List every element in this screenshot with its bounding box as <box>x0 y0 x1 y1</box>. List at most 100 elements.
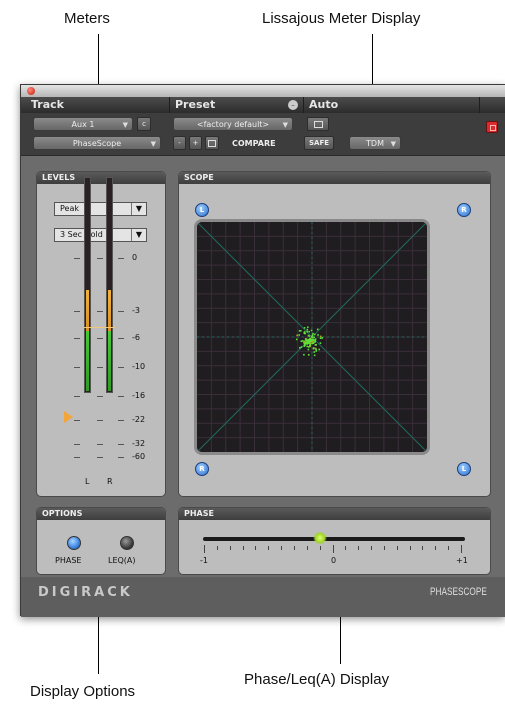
meter-scale-tick <box>118 311 124 312</box>
meter-scale-tick <box>118 338 124 339</box>
meter-scale-tick <box>74 457 80 458</box>
scope-signal-dot <box>316 328 319 331</box>
close-window-icon[interactable] <box>27 87 35 95</box>
scope-signal-dot <box>308 330 310 333</box>
scope-signal-dot <box>310 342 312 344</box>
track-header-label: Track <box>31 98 64 111</box>
meters-callout: Meters <box>64 10 110 27</box>
scope-signal-dot <box>312 332 314 335</box>
right-level-meter <box>106 177 113 393</box>
preset-selector[interactable]: <factory default> ▼ <box>173 117 293 131</box>
left-meter-headroom <box>86 290 89 332</box>
scope-panel-title: SCOPE <box>179 172 490 184</box>
phase-scale-tick <box>422 546 424 550</box>
scope-signal-dot <box>313 333 316 336</box>
meter-scale-tick <box>118 396 124 397</box>
copy-icon <box>208 140 216 147</box>
phase-scale-tick <box>255 546 257 550</box>
meter-mode-select[interactable]: Peak ▼ <box>54 202 147 216</box>
scope-signal-dot <box>300 346 303 348</box>
scope-signal-dot <box>306 343 308 345</box>
meter-scale-tick <box>118 420 124 421</box>
scope-signal-dot <box>306 328 309 331</box>
phase-scale-tick <box>332 545 334 553</box>
leq-option-button[interactable] <box>120 536 134 550</box>
previous-preset-button[interactable]: - <box>173 136 186 150</box>
meter-scale-tick <box>97 258 103 259</box>
plugin-automation-button[interactable] <box>307 117 329 131</box>
meter-scale-tick <box>97 367 103 368</box>
scope-signal-dot <box>304 344 306 347</box>
bypass-button[interactable] <box>486 121 498 133</box>
plugin-selector[interactable]: PhaseScope ▼ <box>33 136 161 150</box>
phase-scale-tick <box>461 545 462 553</box>
plugin-header: Track Preset – Auto <box>21 97 505 113</box>
preset-selector-value: <factory default> <box>196 120 270 129</box>
peak-hold-marker <box>84 327 115 328</box>
automation-window-icon <box>313 121 323 128</box>
tdm-selector[interactable]: TDM ▼ <box>349 136 401 150</box>
meter-scale-label: -10 <box>132 362 146 371</box>
scope-signal-dot <box>306 345 309 348</box>
phase-panel-title: PHASE <box>179 508 490 520</box>
scope-signal-dot <box>298 334 300 336</box>
leq-option-label: LEQ(A) <box>108 556 136 565</box>
phase-scale-tick <box>204 545 205 553</box>
meter-scale-tick <box>74 420 80 421</box>
scope-signal-dot <box>304 341 307 344</box>
meter-scale-tick <box>74 367 80 368</box>
scope-signal-dot <box>311 338 314 341</box>
phase-scale-tick <box>409 546 411 550</box>
phase-scale-tick <box>345 546 347 550</box>
scope-signal-dot <box>310 329 313 332</box>
scope-signal-dot <box>299 346 301 349</box>
chevron-down-icon: ▼ <box>282 121 288 129</box>
peak-hold-select[interactable]: 3 Sec Hold ▼ <box>54 228 147 242</box>
scope-signal-dot <box>314 344 317 346</box>
scope-signal-dot <box>307 354 310 356</box>
meter-mode-value: Peak <box>60 204 79 213</box>
scope-signal-dot <box>303 353 305 356</box>
meter-scale-label: -60 <box>132 452 146 461</box>
scope-signal-dot <box>318 348 320 351</box>
scope-corner-right-bottom: R <box>195 462 209 476</box>
scope-signal-dot <box>296 334 298 337</box>
scope-signal-dot <box>319 342 322 344</box>
chevron-down-icon: ▼ <box>390 140 396 148</box>
left-channel-label: L <box>85 477 90 486</box>
meter-scale-tick <box>97 338 103 339</box>
next-preset-button[interactable]: + <box>189 136 202 150</box>
lissajous-display <box>194 219 430 455</box>
safe-button[interactable]: SAFE <box>304 136 334 150</box>
track-selector[interactable]: Aux 1 ▼ <box>33 117 133 131</box>
scope-signal-dot <box>305 338 307 341</box>
chevron-down-icon: ▼ <box>122 121 128 129</box>
copy-settings-button[interactable] <box>205 136 219 150</box>
meter-scale-tick <box>118 457 124 458</box>
scope-signal-dot <box>319 335 322 338</box>
phase-scale-tick <box>306 546 308 550</box>
phase-display-callout: Phase/Leq(A) Display <box>244 671 390 688</box>
phasescope-logo: PHASESCOPE <box>430 586 487 598</box>
channel-selector-button[interactable]: c <box>137 117 151 131</box>
phase-scale-tick <box>319 546 321 550</box>
phase-option-button[interactable] <box>67 536 81 550</box>
meter-scale-label: 0 <box>132 253 138 262</box>
meter-scale-tick <box>74 338 80 339</box>
compare-button[interactable]: COMPARE <box>232 139 276 148</box>
meter-scale-tick <box>74 258 80 259</box>
scope-signal-dot <box>321 337 324 339</box>
scope-signal-dot <box>311 336 314 339</box>
phase-scale-tick <box>396 546 398 550</box>
phase-scale-tick <box>293 546 295 550</box>
meter-scale-tick <box>118 367 124 368</box>
phase-scale-tick <box>371 546 373 550</box>
threshold-marker-icon[interactable] <box>64 411 73 423</box>
levels-panel: LEVELS Peak ▼ 3 Sec Hold ▼ <box>36 171 166 497</box>
scope-signal-dot <box>307 342 310 345</box>
preset-menu-icon[interactable]: – <box>288 100 298 110</box>
scope-signal-dot <box>295 338 298 341</box>
meter-scale-tick <box>97 444 103 445</box>
scope-signal-dot <box>319 337 322 340</box>
auto-header-label: Auto <box>309 98 339 111</box>
